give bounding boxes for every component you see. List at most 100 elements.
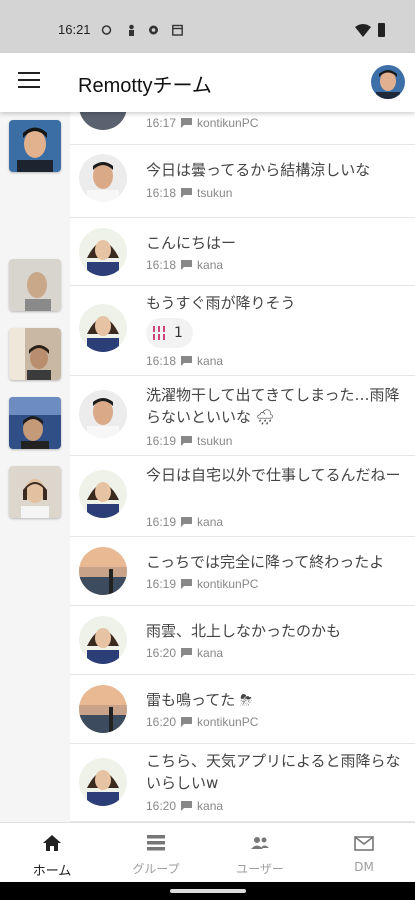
message-text: 洗濯物干して出てきてしまった…雨降らないといいな 🌧	[146, 386, 400, 426]
member-video[interactable]	[9, 328, 61, 380]
chat-icon	[181, 118, 193, 128]
message-meta: 16:18 tsukun	[146, 186, 232, 200]
message-text: もうすぐ雨が降りそう	[146, 294, 296, 312]
user-avatar[interactable]	[79, 304, 127, 352]
avatar-photo	[79, 470, 127, 518]
chat-icon	[181, 579, 193, 589]
member-video[interactable]	[9, 466, 61, 518]
message-item[interactable]: 雷も鳴ってた ⛈ 16:20 kontikunPC	[70, 675, 415, 744]
avatar-photo	[79, 112, 127, 130]
message-item[interactable]: もうすぐ雨が降りそう 1 16:18 kana	[70, 286, 415, 376]
chat-icon	[181, 260, 193, 270]
calendar-icon	[172, 24, 183, 36]
nav-home[interactable]: ホーム	[0, 823, 104, 883]
message-time: 16:20	[146, 715, 177, 729]
nav-groups[interactable]: グループ	[104, 823, 208, 883]
message-item[interactable]: こっちでは完全に降って終わったよ 16:19 kontikunPC	[70, 537, 415, 606]
user-avatar[interactable]	[79, 547, 127, 595]
chat-timeline[interactable]: 16:17 kontikunPC 今日は曇ってるから結構涼しいな 16:18 t…	[70, 112, 415, 822]
user-avatar[interactable]	[79, 470, 127, 518]
message-time: 16:18	[146, 258, 177, 272]
person-icon	[129, 24, 134, 36]
user-avatar[interactable]	[79, 390, 127, 438]
avatar-photo	[79, 228, 127, 276]
message-text: こんにちはー	[146, 234, 237, 252]
message-item[interactable]: 今日は自宅以外で仕事してるんだねー 16:19 kana	[70, 456, 415, 537]
avatar-photo	[79, 758, 127, 806]
avatar-photo	[371, 65, 405, 99]
message-time: 16:20	[146, 646, 177, 660]
menu-button[interactable]	[18, 72, 40, 92]
message-user: kontikunPC	[197, 577, 259, 591]
menu-icon-line	[18, 79, 40, 81]
reaction-chip[interactable]: 1	[146, 318, 193, 348]
avatar-photo	[79, 154, 127, 202]
user-avatar[interactable]	[79, 154, 127, 202]
settings-icon	[149, 25, 158, 35]
system-navigation-bar	[0, 882, 415, 900]
mail-icon	[354, 836, 374, 851]
chat-icon	[181, 356, 193, 366]
nav-groups-label: グループ	[132, 862, 180, 876]
message-text: 雷も鳴ってた ⛈	[146, 691, 253, 709]
user-avatar[interactable]	[79, 112, 127, 130]
member-photo	[9, 120, 61, 172]
member-avatar[interactable]	[9, 120, 61, 172]
message-text: こっちでは完全に降って終わったよ	[146, 553, 385, 571]
chat-icon	[181, 648, 193, 658]
message-item[interactable]: 洗濯物干して出てきてしまった…雨降らないといいな 🌧 16:19 tsukun	[70, 376, 415, 456]
message-item[interactable]: こんにちはー 16:18 kana	[70, 218, 415, 286]
message-user: tsukun	[197, 434, 233, 448]
message-text: 今日は曇ってるから結構涼しいな	[146, 161, 371, 179]
chat-icon	[181, 801, 193, 811]
nav-home-label: ホーム	[32, 864, 72, 879]
message-meta: 16:19 tsukun	[146, 434, 232, 448]
profile-avatar[interactable]	[371, 65, 405, 99]
user-avatar[interactable]	[79, 758, 127, 806]
sync-icon	[101, 25, 112, 35]
member-photo	[9, 466, 61, 518]
nav-dm[interactable]: DM	[312, 823, 415, 883]
page-title: Remottyチーム	[78, 75, 212, 97]
menu-icon-line	[18, 72, 40, 74]
message-user: kana	[197, 799, 224, 813]
menu-icon-line	[18, 86, 40, 88]
avatar-photo	[79, 390, 127, 438]
message-time: 16:18	[146, 354, 177, 368]
message-time: 16:20	[146, 799, 177, 813]
message-time: 16:19	[146, 577, 177, 591]
nav-dm-label: DM	[354, 860, 374, 874]
message-item[interactable]: こちら、天気アプリによると雨降らないらしいw 16:20 kana	[70, 744, 415, 822]
message-meta: 16:20 kana	[146, 646, 223, 660]
nav-users[interactable]: ユーザー	[208, 823, 312, 883]
users-icon	[251, 837, 269, 849]
message-item[interactable]: 今日は曇ってるから結構涼しいな 16:18 tsukun	[70, 145, 415, 218]
message-user: tsukun	[197, 186, 233, 200]
member-photo	[9, 397, 61, 449]
message-item[interactable]: 16:17 kontikunPC	[70, 112, 415, 145]
message-time: 16:19	[146, 515, 177, 529]
message-time: 16:18	[146, 186, 177, 200]
message-user: kontikunPC	[197, 116, 259, 130]
message-item[interactable]: 雨雲、北上しなかったのかも 16:20 kana	[70, 606, 415, 675]
user-avatar[interactable]	[79, 228, 127, 276]
user-avatar[interactable]	[79, 685, 127, 733]
message-user: kana	[197, 646, 224, 660]
message-user: kana	[197, 258, 224, 272]
user-avatar[interactable]	[79, 616, 127, 664]
rain-emoji-icon	[153, 326, 165, 340]
avatar-photo	[79, 616, 127, 664]
message-meta: 16:17 kontikunPC	[146, 116, 258, 130]
member-photo	[9, 259, 61, 311]
message-user: kontikunPC	[197, 715, 259, 729]
battery-icon	[378, 23, 385, 37]
message-time: 16:19	[146, 434, 177, 448]
member-video[interactable]	[9, 397, 61, 449]
home-gesture-handle[interactable]	[170, 889, 246, 893]
chat-icon	[181, 436, 193, 446]
member-video[interactable]	[9, 259, 61, 311]
message-meta: 16:18 kana	[146, 258, 223, 272]
list-icon	[147, 835, 165, 851]
member-photo	[9, 328, 61, 380]
avatar-photo	[79, 685, 127, 733]
